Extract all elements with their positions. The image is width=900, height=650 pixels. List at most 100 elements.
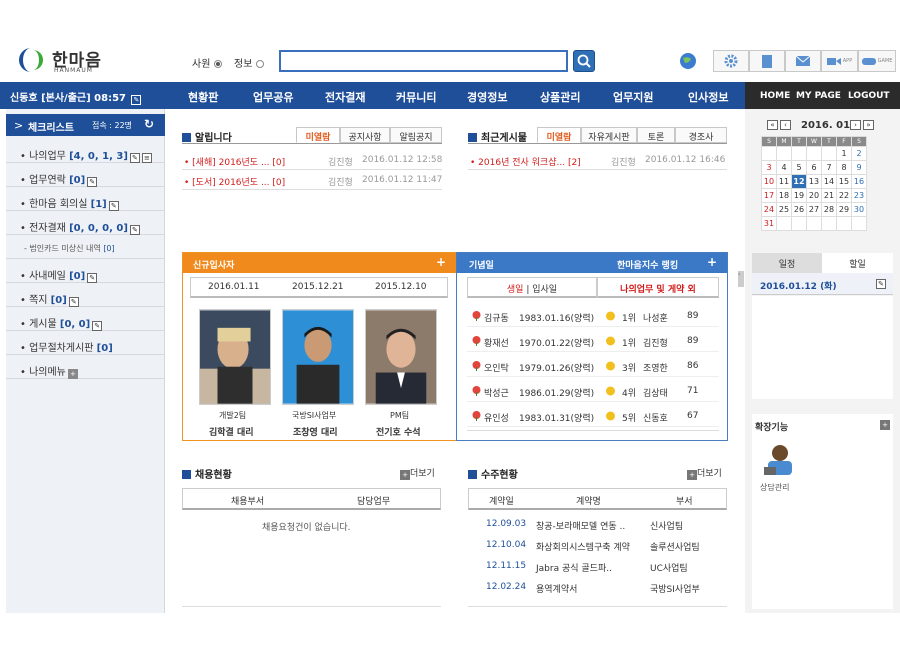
employee-photo[interactable] (365, 309, 437, 405)
calendar-day[interactable]: 12 (791, 174, 807, 189)
menu-management[interactable]: 경영정보 (467, 89, 507, 105)
edit-icon[interactable]: ✎ (87, 273, 98, 283)
ranking-tab[interactable]: 나의업무 및 게약 외 (597, 277, 719, 298)
consultation-icon[interactable] (762, 441, 798, 479)
document-button[interactable] (749, 50, 785, 72)
calendar-day[interactable]: 23 (851, 188, 867, 203)
calendar-day[interactable]: 30 (851, 202, 867, 217)
prev-month-icon[interactable]: ‹ (780, 120, 791, 130)
calendar-day[interactable]: 25 (776, 202, 792, 217)
tab-join-date[interactable]: 입사일 (532, 285, 557, 295)
calendar-day[interactable]: 18 (776, 188, 792, 203)
calendar-day[interactable]: 13 (806, 174, 822, 189)
home-link[interactable]: HOME (760, 91, 790, 101)
sidebar-item-mail[interactable]: • 사내메일 [0] ✎ (6, 259, 165, 283)
sidebar-item-my-menu[interactable]: • 나의메뉴 + (6, 355, 165, 379)
calendar-day[interactable]: 8 (836, 160, 852, 175)
radio-info[interactable] (256, 60, 265, 68)
plus-icon[interactable]: + (67, 369, 78, 379)
tab-family-events[interactable]: 경조사 (675, 127, 727, 143)
sidebar-item-approval[interactable]: • 전자결재 [0, 0, 0, 0] ✎ (6, 211, 165, 235)
table-row[interactable]: 12.09.03 창공-보라매모델 연동 .. 신사업팀 (468, 519, 727, 535)
calendar-day[interactable]: 5 (791, 160, 807, 175)
menu-support[interactable]: 업무지원 (613, 89, 653, 105)
tab-notice[interactable]: 공지사항 (340, 127, 390, 143)
edit-icon[interactable]: ✎ (131, 95, 142, 105)
calendar-day[interactable]: 3 (761, 160, 777, 175)
tab-free-board[interactable]: 자유게시판 (581, 127, 637, 143)
delete-icon[interactable]: ≡ (141, 153, 152, 163)
calendar-day[interactable]: 16 (851, 174, 867, 189)
sidebar-item-posts[interactable]: • 게시물 [0, 0] ✎ (6, 307, 165, 331)
calendar-day[interactable]: 4 (776, 160, 792, 175)
next-month-icon[interactable]: › (850, 120, 861, 130)
list-item[interactable]: • [도서] 2016년도 ... [0] (184, 175, 285, 188)
radio-employee[interactable] (214, 60, 223, 68)
calendar-day[interactable]: 9 (851, 160, 867, 175)
mail-button[interactable] (785, 50, 821, 72)
calendar-day[interactable]: 11 (776, 174, 792, 189)
sidebar-item-meeting[interactable]: • 한마음 회의실 [1] ✎ (6, 187, 165, 211)
calendar-day[interactable]: 24 (761, 202, 777, 217)
edit-icon[interactable]: ✎ (129, 153, 140, 163)
recruit-more-link[interactable]: + 더보기 (398, 466, 435, 480)
calendar-day[interactable]: 10 (761, 174, 777, 189)
sidebar-item-card[interactable]: - 법인카드 미상신 내역 [0] (6, 235, 165, 259)
search-input[interactable] (279, 50, 568, 72)
search-button[interactable] (573, 50, 595, 72)
globe-icon[interactable] (678, 51, 698, 71)
tab-birthday[interactable]: 생일 (507, 285, 524, 295)
menu-hr[interactable]: 인사정보 (688, 89, 728, 105)
tab-schedule[interactable]: 일정 (752, 253, 822, 273)
refresh-icon[interactable]: ↻ (144, 117, 154, 131)
menu-products[interactable]: 상품관리 (540, 89, 580, 105)
calendar-day[interactable]: 1 (836, 146, 852, 161)
tab-unread[interactable]: 미열람 (296, 127, 340, 143)
calendar-day[interactable]: 28 (821, 202, 837, 217)
menu-work-share[interactable]: 업무공유 (253, 89, 293, 105)
next-year-icon[interactable]: » (863, 120, 874, 130)
new-hire-more[interactable]: + (436, 255, 446, 269)
logout-link[interactable]: LOGOUT (848, 91, 890, 101)
employee-photo[interactable] (199, 309, 271, 405)
sidebar-item-my-work[interactable]: • 나의업무 [4, 0, 1, 3] ✎ ≡ (6, 139, 165, 163)
menu-approval[interactable]: 전자결재 (325, 89, 365, 105)
calendar-day[interactable]: 7 (821, 160, 837, 175)
calendar-day[interactable]: 27 (806, 202, 822, 217)
calendar-day[interactable]: 17 (761, 188, 777, 203)
employee-photo[interactable] (282, 309, 354, 405)
edit-icon[interactable]: ✎ (108, 201, 119, 211)
orders-more-link[interactable]: + 더보기 (685, 466, 722, 480)
calendar-day[interactable]: 14 (821, 174, 837, 189)
settings-button[interactable] (713, 50, 749, 72)
calendar-day[interactable]: 22 (836, 188, 852, 203)
calendar-day[interactable]: 29 (836, 202, 852, 217)
plus-icon[interactable]: + (880, 420, 890, 430)
tab-alert[interactable]: 알림공지 (390, 127, 442, 143)
search-option-employee[interactable]: 사원 (192, 55, 223, 70)
calendar-day[interactable]: 20 (806, 188, 822, 203)
calendar-day[interactable]: 2 (851, 146, 867, 161)
ranking-more[interactable]: + (707, 255, 717, 269)
tab-discussion[interactable]: 토론 (637, 127, 675, 143)
calendar-day[interactable]: 15 (836, 174, 852, 189)
calendar-day[interactable]: 31 (761, 216, 777, 231)
list-item[interactable]: • 2016년 전사 워크샵... [2] (470, 155, 581, 168)
consultation-label[interactable]: 상담관리 (760, 482, 789, 493)
table-row[interactable]: 12.11.15 Jabra 공식 골드파.. UC사업팀 (468, 561, 727, 577)
calendar-day[interactable]: 26 (791, 202, 807, 217)
edit-icon[interactable]: ✎ (129, 225, 140, 235)
sidebar-item-contact[interactable]: • 업무연락 [0] ✎ (6, 163, 165, 187)
edit-icon[interactable]: ✎ (92, 321, 103, 331)
calendar-day[interactable]: 6 (806, 160, 822, 175)
menu-community[interactable]: 커뮤니티 (396, 89, 436, 105)
search-option-info[interactable]: 정보 (234, 55, 265, 70)
edit-icon[interactable]: ✎ (87, 177, 98, 187)
tab-todo[interactable]: 할일 (822, 253, 893, 273)
table-row[interactable]: 12.10.04 화상회의시스템구축 계약 솔루션사업팀 (468, 540, 727, 556)
calendar-day[interactable]: 19 (791, 188, 807, 203)
sidebar-item-memo[interactable]: • 쪽지 [0] ✎ (6, 283, 165, 307)
list-item[interactable]: • [새해] 2016년도 ... [0] (184, 155, 285, 168)
checklist-header[interactable]: > 체크리스트 접속 : 22명 ↻ (6, 114, 165, 136)
menu-dashboard[interactable]: 현황판 (188, 89, 218, 105)
